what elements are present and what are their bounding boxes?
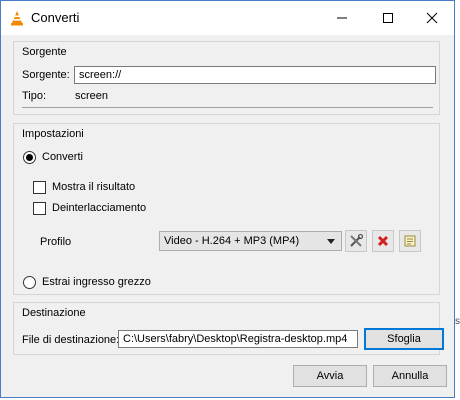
minimize-button[interactable] — [319, 1, 365, 35]
minimize-icon — [337, 17, 347, 19]
source-group-title: Sorgente — [22, 46, 67, 58]
edit-profile-button[interactable] — [345, 230, 367, 252]
delete-profile-icon — [377, 235, 389, 247]
source-input[interactable]: screen:// — [74, 66, 436, 84]
show-output-label[interactable]: Mostra il risultato — [52, 181, 135, 193]
vlc-cone-icon — [11, 11, 23, 26]
new-profile-icon — [404, 235, 416, 247]
source-label: Sorgente: — [22, 69, 70, 81]
deinterlace-label[interactable]: Deinterlacciamento — [52, 202, 146, 214]
profile-select[interactable]: Video - H.264 + MP3 (MP4) — [159, 231, 342, 251]
settings-group: Impostazioni Converti Mostra il risultat… — [13, 123, 440, 295]
raw-input-label[interactable]: Estrai ingresso grezzo — [42, 276, 151, 288]
convert-radio[interactable] — [23, 151, 36, 164]
profile-label: Profilo — [40, 236, 72, 248]
start-button[interactable]: Avvia — [293, 365, 367, 387]
destination-file-label: File di destinazione: — [22, 334, 120, 346]
convert-radio-label[interactable]: Converti — [42, 151, 83, 163]
maximize-icon — [383, 13, 393, 23]
destination-file-input[interactable]: C:\Users\fabry\Desktop\Registra-desktop.… — [118, 330, 358, 348]
window-title: Converti — [31, 10, 80, 25]
profile-select-value: Video - H.264 + MP3 (MP4) — [164, 235, 300, 247]
raw-input-radio[interactable] — [23, 276, 36, 289]
close-button[interactable] — [409, 1, 455, 35]
delete-profile-button[interactable] — [372, 230, 394, 252]
type-label: Tipo: — [22, 90, 47, 102]
edit-profile-icon — [350, 233, 364, 247]
deinterlace-checkbox[interactable] — [33, 202, 46, 215]
source-group: Sorgente Sorgente: screen:// Tipo: scree… — [13, 41, 440, 115]
chevron-down-icon — [327, 239, 335, 244]
title-bar[interactable]: Converti — [1, 1, 454, 35]
show-output-checkbox[interactable] — [33, 181, 46, 194]
source-separator — [22, 107, 433, 108]
maximize-button[interactable] — [365, 1, 411, 35]
background-edge-text: s — [455, 316, 460, 327]
browse-button[interactable]: Sfoglia — [364, 328, 444, 350]
settings-group-title: Impostazioni — [22, 128, 84, 140]
cancel-button[interactable]: Annulla — [373, 365, 447, 387]
destination-group-title: Destinazione — [22, 307, 86, 319]
new-profile-button[interactable] — [399, 230, 421, 252]
type-value: screen — [75, 90, 109, 102]
close-icon — [426, 12, 438, 24]
converti-dialog: Converti Sorgente Sorgente: screen:// Ti… — [0, 0, 455, 398]
radio-selected-dot — [26, 154, 33, 161]
destination-group: Destinazione File di destinazione: C:\Us… — [13, 302, 444, 355]
